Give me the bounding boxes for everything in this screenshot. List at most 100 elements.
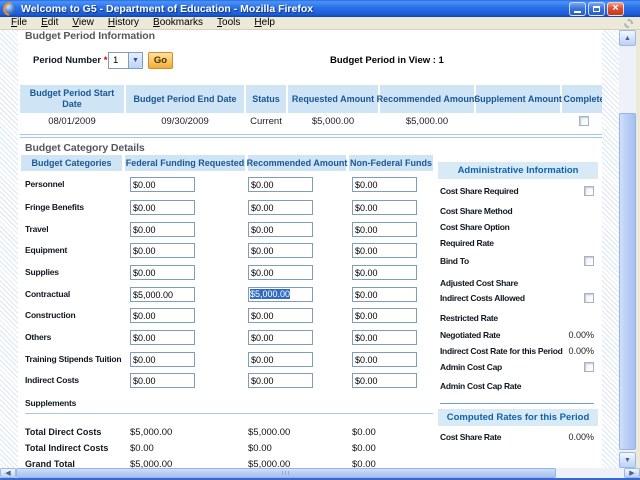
- period-table-header: Budget Period Start Date Budget Period E…: [20, 85, 606, 113]
- recommended-amount-input[interactable]: [248, 373, 313, 388]
- scroll-right-arrow-icon[interactable]: ▶: [624, 468, 640, 478]
- admin-item-restricted-rate: Restricted Rate: [440, 313, 594, 323]
- admin-label: Cost Share Method: [440, 206, 512, 216]
- requested-amount-value: $5,000.00: [288, 113, 378, 129]
- non-federal-funds-input[interactable]: [352, 287, 417, 302]
- category-label: Supplies: [25, 267, 59, 277]
- chevron-down-icon[interactable]: ▼: [128, 53, 142, 68]
- recommended-amount-input[interactable]: [248, 308, 313, 323]
- non-federal-funds-input[interactable]: [352, 200, 417, 215]
- category-label: Indirect Costs: [25, 375, 79, 385]
- non-federal-funds-input[interactable]: [352, 177, 417, 192]
- page-margin-stripe-left: [0, 30, 18, 468]
- recommended-amount-input[interactable]: [248, 243, 313, 258]
- start-date-value: 08/01/2009: [20, 113, 124, 129]
- federal-funding-input[interactable]: [130, 177, 195, 192]
- category-label: Training Stipends Tuition: [25, 354, 121, 364]
- status-value: Current: [246, 113, 286, 129]
- federal-funding-input[interactable]: [130, 373, 195, 388]
- recommended-amount-input[interactable]: [248, 222, 313, 237]
- recommended-amount-input[interactable]: [248, 265, 313, 280]
- menu-history[interactable]: History: [101, 17, 146, 29]
- menu-help[interactable]: Help: [247, 17, 282, 29]
- non-federal-funds-input[interactable]: [352, 222, 417, 237]
- recommended-amount-input[interactable]: [248, 177, 313, 192]
- federal-funding-input[interactable]: [130, 308, 195, 323]
- category-label: Supplements: [25, 398, 76, 408]
- federal-funding-input[interactable]: [130, 222, 195, 237]
- divider-line: [20, 137, 607, 138]
- federal-funding-input[interactable]: [130, 330, 195, 345]
- menu-edit[interactable]: Edit: [34, 17, 65, 29]
- col-header-recommended-amount: Recommended Amount: [248, 155, 346, 171]
- period-number-value: 1: [109, 53, 128, 68]
- horizontal-scrollbar-thumb[interactable]: [16, 468, 556, 478]
- admin-cost-cap-checkbox[interactable]: [584, 362, 594, 372]
- total-recommended: $0.00: [248, 443, 272, 454]
- end-date-value: 09/30/2009: [126, 113, 244, 129]
- recommended-amount-input[interactable]: [248, 330, 313, 345]
- complete-cell: [562, 113, 606, 129]
- minimize-button[interactable]: [569, 2, 586, 16]
- close-button[interactable]: ×: [607, 2, 624, 16]
- category-label: Others: [25, 332, 51, 342]
- page-margin-stripe-right: [602, 30, 619, 468]
- indirect-costs-allowed-checkbox[interactable]: [584, 293, 594, 303]
- scroll-left-arrow-icon[interactable]: ◀: [0, 468, 16, 478]
- total-non-federal: $0.00: [352, 427, 376, 438]
- non-federal-funds-input[interactable]: [352, 330, 417, 345]
- admin-label: Bind To: [440, 256, 469, 266]
- vertical-scrollbar[interactable]: ▲ ▼: [619, 30, 636, 468]
- admin-item-admin-cost-cap-rate: Admin Cost Cap Rate: [440, 381, 594, 391]
- category-table-header: Budget Categories Federal Funding Reques…: [21, 155, 433, 171]
- col-header-budget-categories: Budget Categories: [21, 155, 122, 171]
- cost-share-required-checkbox[interactable]: [584, 186, 594, 196]
- federal-funding-input[interactable]: [130, 265, 195, 280]
- admin-label: Indirect Cost Rate for this Period: [440, 346, 563, 356]
- non-federal-funds-input[interactable]: [352, 243, 417, 258]
- admin-item-indirect-costs-allowed: Indirect Costs Allowed: [440, 293, 594, 303]
- supplement-amount-value: [476, 113, 560, 129]
- title-bar[interactable]: Welcome to G5 - Department of Education …: [0, 0, 640, 17]
- col-header-complete: Complete: [562, 85, 606, 113]
- recommended-amount-input-selected[interactable]: $5,000.00: [248, 287, 313, 302]
- gear-icon: [624, 19, 633, 28]
- scroll-up-arrow-icon[interactable]: ▲: [619, 30, 636, 46]
- col-header-recommended: Recommended Amount: [380, 85, 474, 113]
- total-label: Total Direct Costs: [25, 427, 101, 437]
- menu-bookmarks[interactable]: Bookmarks: [146, 17, 210, 29]
- recommended-amount-input[interactable]: [248, 200, 313, 215]
- col-header-non-federal-funds: Non-Federal Funds: [349, 155, 433, 171]
- admin-item-admin-cost-cap: Admin Cost Cap: [440, 362, 594, 372]
- non-federal-funds-input[interactable]: [352, 308, 417, 323]
- federal-funding-input[interactable]: [130, 243, 195, 258]
- period-number-label: Period Number: [33, 55, 101, 66]
- admin-item-cost-share-method: Cost Share Method: [440, 206, 594, 216]
- menu-view[interactable]: View: [65, 17, 101, 29]
- recommended-amount-input[interactable]: [248, 352, 313, 367]
- federal-funding-input[interactable]: [130, 200, 195, 215]
- non-federal-funds-input[interactable]: [352, 373, 417, 388]
- go-button[interactable]: Go: [148, 52, 173, 69]
- section-title-budget-period: Budget Period Information: [25, 30, 155, 42]
- vertical-scrollbar-thumb[interactable]: [619, 113, 636, 450]
- admin-label: Indirect Costs Allowed: [440, 293, 525, 303]
- maximize-button[interactable]: [588, 2, 605, 16]
- admin-value: 0.00%: [568, 330, 594, 340]
- category-label: Equipment: [25, 245, 67, 255]
- scroll-down-arrow-icon[interactable]: ▼: [619, 452, 636, 468]
- complete-checkbox[interactable]: [579, 116, 589, 126]
- menu-bar: File Edit View History Bookmarks Tools H…: [0, 17, 640, 30]
- bind-to-checkbox[interactable]: [584, 256, 594, 266]
- menu-tools[interactable]: Tools: [210, 17, 247, 29]
- horizontal-scrollbar[interactable]: ◀ ▶: [0, 468, 640, 478]
- non-federal-funds-input[interactable]: [352, 352, 417, 367]
- federal-funding-input[interactable]: [130, 352, 195, 367]
- period-number-select[interactable]: 1 ▼: [108, 52, 143, 69]
- federal-funding-input[interactable]: [130, 287, 195, 302]
- menu-file[interactable]: File: [4, 17, 34, 29]
- total-label: Total Indirect Costs: [25, 443, 108, 453]
- total-federal: $5,000.00: [130, 427, 172, 438]
- category-label: Fringe Benefits: [25, 202, 84, 212]
- non-federal-funds-input[interactable]: [352, 265, 417, 280]
